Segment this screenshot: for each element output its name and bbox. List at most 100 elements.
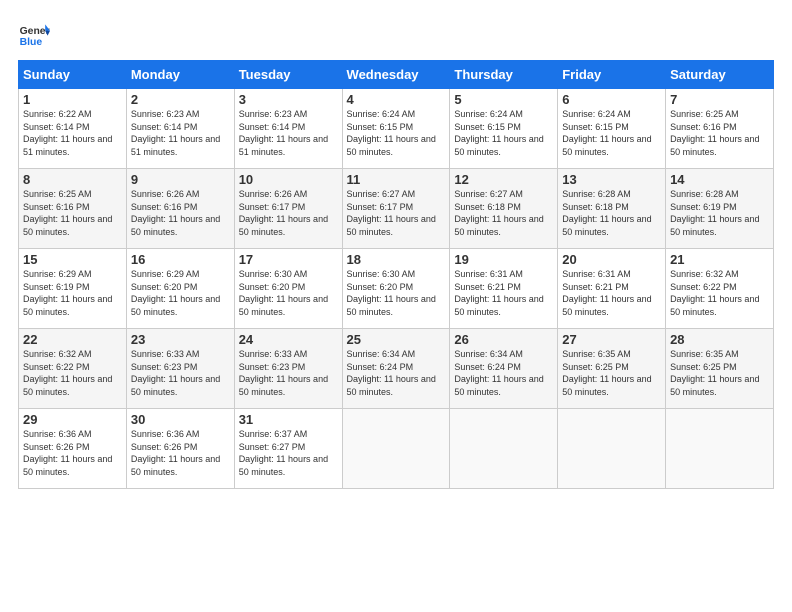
day-info: Sunrise: 6:24 AMSunset: 6:15 PMDaylight:… (454, 108, 553, 158)
day-cell-13: 13Sunrise: 6:28 AMSunset: 6:18 PMDayligh… (558, 169, 666, 249)
day-cell-27: 27Sunrise: 6:35 AMSunset: 6:25 PMDayligh… (558, 329, 666, 409)
day-cell-2: 2Sunrise: 6:23 AMSunset: 6:14 PMDaylight… (126, 89, 234, 169)
day-number: 28 (670, 332, 769, 347)
col-header-monday: Monday (126, 61, 234, 89)
day-cell-9: 9Sunrise: 6:26 AMSunset: 6:16 PMDaylight… (126, 169, 234, 249)
day-cell-4: 4Sunrise: 6:24 AMSunset: 6:15 PMDaylight… (342, 89, 450, 169)
day-number: 13 (562, 172, 661, 187)
day-info: Sunrise: 6:31 AMSunset: 6:21 PMDaylight:… (454, 268, 553, 318)
day-number: 31 (239, 412, 338, 427)
day-info: Sunrise: 6:22 AMSunset: 6:14 PMDaylight:… (23, 108, 122, 158)
day-info: Sunrise: 6:34 AMSunset: 6:24 PMDaylight:… (454, 348, 553, 398)
day-number: 3 (239, 92, 338, 107)
col-header-sunday: Sunday (19, 61, 127, 89)
day-number: 4 (347, 92, 446, 107)
day-number: 16 (131, 252, 230, 267)
day-cell-19: 19Sunrise: 6:31 AMSunset: 6:21 PMDayligh… (450, 249, 558, 329)
day-info: Sunrise: 6:29 AMSunset: 6:20 PMDaylight:… (131, 268, 230, 318)
day-info: Sunrise: 6:23 AMSunset: 6:14 PMDaylight:… (131, 108, 230, 158)
day-info: Sunrise: 6:28 AMSunset: 6:19 PMDaylight:… (670, 188, 769, 238)
svg-text:Blue: Blue (20, 37, 43, 48)
day-info: Sunrise: 6:27 AMSunset: 6:17 PMDaylight:… (347, 188, 446, 238)
day-cell-8: 8Sunrise: 6:25 AMSunset: 6:16 PMDaylight… (19, 169, 127, 249)
col-header-wednesday: Wednesday (342, 61, 450, 89)
week-row-4: 22Sunrise: 6:32 AMSunset: 6:22 PMDayligh… (19, 329, 774, 409)
day-cell-11: 11Sunrise: 6:27 AMSunset: 6:17 PMDayligh… (342, 169, 450, 249)
day-cell-5: 5Sunrise: 6:24 AMSunset: 6:15 PMDaylight… (450, 89, 558, 169)
empty-cell (450, 409, 558, 489)
day-cell-31: 31Sunrise: 6:37 AMSunset: 6:27 PMDayligh… (234, 409, 342, 489)
day-number: 20 (562, 252, 661, 267)
empty-cell (342, 409, 450, 489)
col-header-tuesday: Tuesday (234, 61, 342, 89)
day-cell-26: 26Sunrise: 6:34 AMSunset: 6:24 PMDayligh… (450, 329, 558, 409)
day-info: Sunrise: 6:25 AMSunset: 6:16 PMDaylight:… (670, 108, 769, 158)
day-number: 30 (131, 412, 230, 427)
day-info: Sunrise: 6:26 AMSunset: 6:16 PMDaylight:… (131, 188, 230, 238)
day-info: Sunrise: 6:32 AMSunset: 6:22 PMDaylight:… (23, 348, 122, 398)
empty-cell (666, 409, 774, 489)
day-info: Sunrise: 6:30 AMSunset: 6:20 PMDaylight:… (239, 268, 338, 318)
day-info: Sunrise: 6:33 AMSunset: 6:23 PMDaylight:… (239, 348, 338, 398)
col-header-saturday: Saturday (666, 61, 774, 89)
week-row-5: 29Sunrise: 6:36 AMSunset: 6:26 PMDayligh… (19, 409, 774, 489)
day-number: 25 (347, 332, 446, 347)
day-number: 17 (239, 252, 338, 267)
col-header-friday: Friday (558, 61, 666, 89)
day-info: Sunrise: 6:33 AMSunset: 6:23 PMDaylight:… (131, 348, 230, 398)
day-info: Sunrise: 6:34 AMSunset: 6:24 PMDaylight:… (347, 348, 446, 398)
day-number: 1 (23, 92, 122, 107)
day-number: 18 (347, 252, 446, 267)
day-cell-18: 18Sunrise: 6:30 AMSunset: 6:20 PMDayligh… (342, 249, 450, 329)
day-number: 26 (454, 332, 553, 347)
col-header-thursday: Thursday (450, 61, 558, 89)
day-info: Sunrise: 6:24 AMSunset: 6:15 PMDaylight:… (347, 108, 446, 158)
day-number: 11 (347, 172, 446, 187)
day-cell-10: 10Sunrise: 6:26 AMSunset: 6:17 PMDayligh… (234, 169, 342, 249)
day-info: Sunrise: 6:32 AMSunset: 6:22 PMDaylight:… (670, 268, 769, 318)
day-cell-30: 30Sunrise: 6:36 AMSunset: 6:26 PMDayligh… (126, 409, 234, 489)
day-info: Sunrise: 6:35 AMSunset: 6:25 PMDaylight:… (670, 348, 769, 398)
day-number: 10 (239, 172, 338, 187)
day-cell-14: 14Sunrise: 6:28 AMSunset: 6:19 PMDayligh… (666, 169, 774, 249)
logo-icon: General Blue (18, 18, 50, 50)
header: General Blue (18, 18, 774, 50)
day-info: Sunrise: 6:25 AMSunset: 6:16 PMDaylight:… (23, 188, 122, 238)
day-cell-12: 12Sunrise: 6:27 AMSunset: 6:18 PMDayligh… (450, 169, 558, 249)
day-number: 24 (239, 332, 338, 347)
day-cell-7: 7Sunrise: 6:25 AMSunset: 6:16 PMDaylight… (666, 89, 774, 169)
day-number: 6 (562, 92, 661, 107)
day-number: 2 (131, 92, 230, 107)
day-cell-28: 28Sunrise: 6:35 AMSunset: 6:25 PMDayligh… (666, 329, 774, 409)
day-number: 21 (670, 252, 769, 267)
day-number: 5 (454, 92, 553, 107)
day-number: 8 (23, 172, 122, 187)
header-row: SundayMondayTuesdayWednesdayThursdayFrid… (19, 61, 774, 89)
day-number: 14 (670, 172, 769, 187)
day-info: Sunrise: 6:29 AMSunset: 6:19 PMDaylight:… (23, 268, 122, 318)
calendar-table: SundayMondayTuesdayWednesdayThursdayFrid… (18, 60, 774, 489)
day-cell-6: 6Sunrise: 6:24 AMSunset: 6:15 PMDaylight… (558, 89, 666, 169)
day-cell-17: 17Sunrise: 6:30 AMSunset: 6:20 PMDayligh… (234, 249, 342, 329)
day-cell-20: 20Sunrise: 6:31 AMSunset: 6:21 PMDayligh… (558, 249, 666, 329)
day-number: 7 (670, 92, 769, 107)
day-cell-16: 16Sunrise: 6:29 AMSunset: 6:20 PMDayligh… (126, 249, 234, 329)
day-cell-1: 1Sunrise: 6:22 AMSunset: 6:14 PMDaylight… (19, 89, 127, 169)
day-number: 19 (454, 252, 553, 267)
day-cell-23: 23Sunrise: 6:33 AMSunset: 6:23 PMDayligh… (126, 329, 234, 409)
day-cell-15: 15Sunrise: 6:29 AMSunset: 6:19 PMDayligh… (19, 249, 127, 329)
day-info: Sunrise: 6:28 AMSunset: 6:18 PMDaylight:… (562, 188, 661, 238)
day-info: Sunrise: 6:37 AMSunset: 6:27 PMDaylight:… (239, 428, 338, 478)
day-info: Sunrise: 6:26 AMSunset: 6:17 PMDaylight:… (239, 188, 338, 238)
page: General Blue SundayMondayTuesdayWednesda… (0, 0, 792, 612)
day-info: Sunrise: 6:31 AMSunset: 6:21 PMDaylight:… (562, 268, 661, 318)
day-cell-25: 25Sunrise: 6:34 AMSunset: 6:24 PMDayligh… (342, 329, 450, 409)
day-info: Sunrise: 6:24 AMSunset: 6:15 PMDaylight:… (562, 108, 661, 158)
day-info: Sunrise: 6:35 AMSunset: 6:25 PMDaylight:… (562, 348, 661, 398)
day-number: 12 (454, 172, 553, 187)
day-cell-24: 24Sunrise: 6:33 AMSunset: 6:23 PMDayligh… (234, 329, 342, 409)
day-number: 22 (23, 332, 122, 347)
day-number: 27 (562, 332, 661, 347)
day-cell-21: 21Sunrise: 6:32 AMSunset: 6:22 PMDayligh… (666, 249, 774, 329)
week-row-2: 8Sunrise: 6:25 AMSunset: 6:16 PMDaylight… (19, 169, 774, 249)
